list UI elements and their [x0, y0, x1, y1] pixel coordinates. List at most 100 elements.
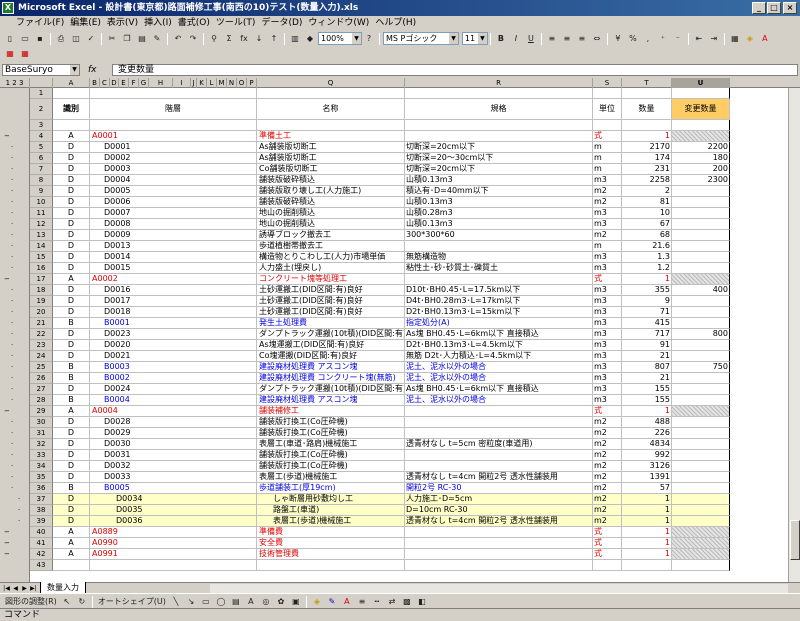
- quantity-cell[interactable]: 355: [622, 285, 672, 296]
- drawing-icon[interactable]: ◆: [303, 32, 317, 45]
- code-type-cell[interactable]: D: [53, 241, 90, 252]
- quantity-cell[interactable]: [622, 560, 672, 571]
- chart-wizard-icon[interactable]: ▥: [288, 32, 302, 45]
- autosum-icon[interactable]: Σ: [222, 32, 236, 45]
- code-type-cell[interactable]: D: [53, 340, 90, 351]
- item-code-cell[interactable]: A0991: [90, 549, 257, 560]
- row-header[interactable]: 8: [30, 175, 53, 186]
- excel-app-icon[interactable]: X: [2, 2, 14, 14]
- code-type-cell[interactable]: D: [53, 307, 90, 318]
- change-quantity-cell[interactable]: [672, 340, 730, 351]
- quantity-cell[interactable]: 992: [622, 450, 672, 461]
- unit-cell[interactable]: 式: [593, 549, 622, 560]
- quantity-cell[interactable]: 1: [622, 505, 672, 516]
- item-code-cell[interactable]: D0023: [90, 329, 257, 340]
- spec-cell[interactable]: D4t･BH0.28m3･L=17km以下: [405, 296, 593, 307]
- change-quantity-cell[interactable]: [672, 549, 730, 560]
- item-name-cell[interactable]: 表層工(歩道)機械施工: [257, 516, 405, 527]
- code-type-cell[interactable]: D: [53, 296, 90, 307]
- change-quantity-cell[interactable]: [672, 516, 730, 527]
- spec-cell[interactable]: D=10cm RC-30: [405, 505, 593, 516]
- unit-cell[interactable]: 式: [593, 406, 622, 417]
- item-code-cell[interactable]: D0024: [90, 384, 257, 395]
- item-code-cell[interactable]: D0007: [90, 208, 257, 219]
- item-name-cell[interactable]: 舗装版取り壊し工(人力施工): [257, 186, 405, 197]
- item-name-cell[interactable]: 構造物とりこわし工(人力)市場単価: [257, 252, 405, 263]
- item-code-cell[interactable]: D0030: [90, 439, 257, 450]
- item-name-cell[interactable]: 発生土処理費: [257, 318, 405, 329]
- change-quantity-cell[interactable]: [672, 406, 730, 417]
- diagram-icon[interactable]: ◎: [259, 595, 273, 608]
- item-code-cell[interactable]: B0005: [90, 483, 257, 494]
- line-color-icon[interactable]: ✎: [325, 595, 339, 608]
- column-header-o[interactable]: O: [237, 78, 247, 88]
- item-name-cell[interactable]: 歩道植樹帯撤去工: [257, 241, 405, 252]
- arrow-style-icon[interactable]: ⇄: [385, 595, 399, 608]
- code-type-cell[interactable]: B: [53, 362, 90, 373]
- code-type-cell[interactable]: D: [53, 439, 90, 450]
- quantity-cell[interactable]: 9: [622, 296, 672, 307]
- item-name-cell[interactable]: 誘導ブロック撤去工: [257, 230, 405, 241]
- picture-icon[interactable]: ▣: [289, 595, 303, 608]
- row-header[interactable]: 1: [30, 88, 53, 99]
- code-type-cell[interactable]: [53, 120, 90, 131]
- unit-cell[interactable]: m2: [593, 505, 622, 516]
- menu-edit[interactable]: 編集(E): [67, 16, 104, 31]
- change-quantity-cell[interactable]: [672, 373, 730, 384]
- unit-cell[interactable]: m3: [593, 175, 622, 186]
- item-name-cell[interactable]: 技術管理費: [257, 549, 405, 560]
- change-quantity-cell[interactable]: [672, 219, 730, 230]
- unit-cell[interactable]: m2: [593, 450, 622, 461]
- item-name-cell[interactable]: ダンプトラック運搬(10t積)(DID区間:有)良好 舗装版: [257, 384, 405, 395]
- percent-button[interactable]: %: [626, 32, 640, 45]
- quantity-cell[interactable]: 1: [622, 516, 672, 527]
- row-header[interactable]: 11: [30, 208, 53, 219]
- unit-cell[interactable]: m3: [593, 340, 622, 351]
- quantity-cell[interactable]: 57: [622, 483, 672, 494]
- comma-button[interactable]: ,: [641, 32, 655, 45]
- quantity-cell[interactable]: 2258: [622, 175, 672, 186]
- code-type-cell[interactable]: A: [53, 131, 90, 142]
- name-box[interactable]: BaseSuryo ▼: [2, 64, 80, 76]
- unit-cell[interactable]: m2: [593, 483, 622, 494]
- change-quantity-cell[interactable]: [672, 131, 730, 142]
- column-header-l[interactable]: L: [207, 78, 217, 88]
- custom-macro-icon[interactable]: ▦: [3, 47, 17, 60]
- item-name-cell[interactable]: コンクリート塊等処理工: [257, 274, 405, 285]
- item-code-cell[interactable]: D0003: [90, 164, 257, 175]
- row-header[interactable]: 12: [30, 219, 53, 230]
- spec-cell[interactable]: 粘性土･砂･砂質土･礫質土: [405, 263, 593, 274]
- code-type-cell[interactable]: A: [53, 549, 90, 560]
- item-name-cell[interactable]: 表層工(車道･路肩)機械施工: [257, 439, 405, 450]
- unit-cell[interactable]: m: [593, 164, 622, 175]
- row-header[interactable]: 32: [30, 439, 53, 450]
- help-icon[interactable]: ?: [362, 32, 376, 45]
- code-type-cell[interactable]: B: [53, 483, 90, 494]
- font-size-select[interactable]: 11 ▼: [461, 32, 488, 45]
- item-name-cell[interactable]: 建設廃材処理費 コンクリート塊(無筋): [257, 373, 405, 384]
- column-header-h[interactable]: H: [149, 78, 173, 88]
- change-quantity-cell[interactable]: 750: [672, 362, 730, 373]
- fill-color-icon[interactable]: ◈: [310, 595, 324, 608]
- spec-cell[interactable]: As塊 BH0.45･L=6km以下 直接積込: [405, 384, 593, 395]
- column-header-k[interactable]: K: [197, 78, 207, 88]
- code-type-cell[interactable]: D: [53, 285, 90, 296]
- align-right-icon[interactable]: ≡: [575, 32, 589, 45]
- item-code-cell[interactable]: D0028: [90, 417, 257, 428]
- change-quantity-cell[interactable]: [672, 230, 730, 241]
- outline-collapse-icon[interactable]: −: [4, 407, 10, 415]
- change-quantity-cell[interactable]: 800: [672, 329, 730, 340]
- outline-level-2[interactable]: 2: [12, 79, 16, 87]
- hyperlink-icon[interactable]: ⚲: [207, 32, 221, 45]
- row-header[interactable]: 39: [30, 516, 53, 527]
- textbox-icon[interactable]: ▤: [229, 595, 243, 608]
- quantity-cell[interactable]: 155: [622, 384, 672, 395]
- unit-cell[interactable]: m2: [593, 494, 622, 505]
- spec-cell[interactable]: 開粒2号 RC-30: [405, 483, 593, 494]
- change-quantity-cell[interactable]: [672, 395, 730, 406]
- item-code-cell[interactable]: D0016: [90, 285, 257, 296]
- select-all-corner[interactable]: [30, 78, 53, 88]
- formula-input[interactable]: 変更数量: [112, 64, 798, 76]
- sort-desc-icon[interactable]: ↑: [267, 32, 281, 45]
- item-code-cell[interactable]: D0004: [90, 175, 257, 186]
